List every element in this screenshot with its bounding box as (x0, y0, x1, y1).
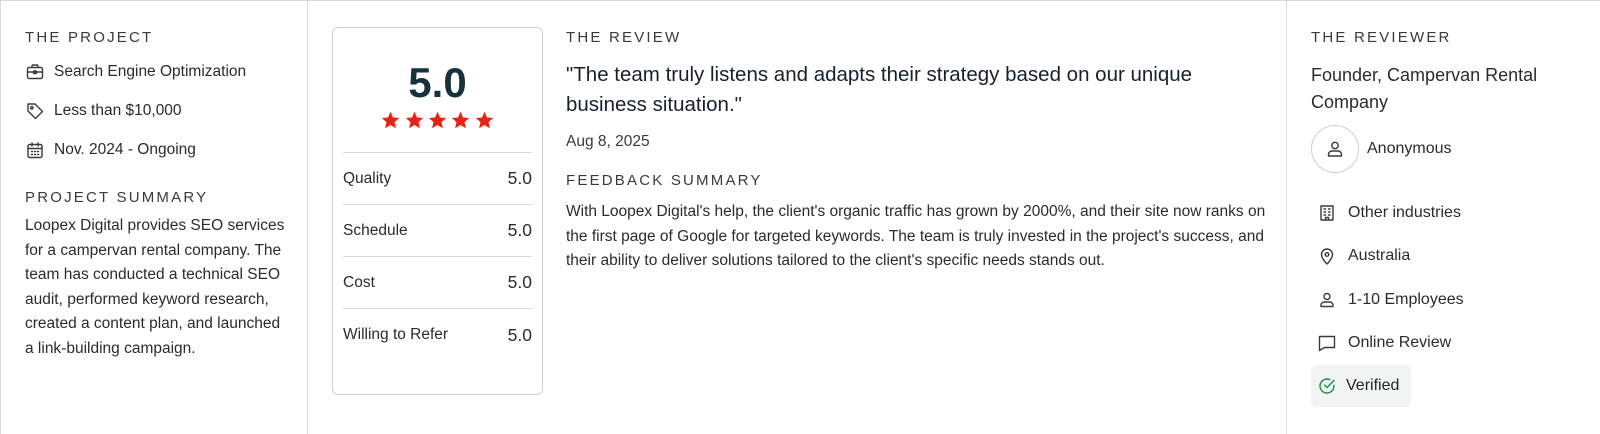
rating-box: 5.0 Quality 5.0 Schedule 5.0 Cost 5.0 Wi… (332, 27, 543, 395)
score-label: Schedule (343, 221, 408, 239)
location-pin-icon (1317, 246, 1337, 266)
reviewer-info-list: Other industries Australia 1-10 Employee… (1311, 191, 1580, 407)
reviewer-heading: THE REVIEWER (1311, 29, 1452, 46)
person-icon (1317, 290, 1337, 310)
building-icon (1317, 203, 1337, 223)
star-icon (475, 111, 494, 129)
project-column: THE PROJECT Search Engine Optimization L… (1, 1, 308, 434)
project-summary-heading: PROJECT SUMMARY (25, 189, 209, 206)
reviewer-industry-text: Other industries (1348, 203, 1461, 221)
review-quote: "The team truly listens and adapts their… (566, 63, 1193, 116)
avatar (1311, 125, 1359, 173)
star-icon (428, 111, 447, 129)
score-value: 5.0 (507, 168, 532, 188)
review-heading: THE REVIEW (566, 29, 682, 46)
reviewer-industry: Other industries (1311, 191, 1580, 235)
chat-bubble-icon (1317, 333, 1337, 353)
score-row-schedule: Schedule 5.0 (343, 205, 532, 257)
star-icon (381, 111, 400, 129)
reviewer-location-text: Australia (1348, 247, 1411, 265)
reviewer-review-type: Online Review (1311, 322, 1580, 366)
project-summary-text: Loopex Digital provides SEO services for… (25, 217, 285, 357)
review-date: Aug 8, 2025 (566, 133, 650, 150)
reviewer-identity: Anonymous (1311, 125, 1580, 173)
score-row-cost: Cost 5.0 (343, 257, 532, 309)
star-rating (343, 110, 532, 136)
review-column: 5.0 Quality 5.0 Schedule 5.0 Cost 5.0 Wi… (308, 1, 1287, 434)
feedback-summary-heading: FEEDBACK SUMMARY (566, 172, 763, 189)
star-icon (452, 111, 470, 129)
score-value: 5.0 (507, 272, 532, 292)
reviewer-name: Anonymous (1367, 140, 1452, 157)
check-circle-icon (1317, 376, 1337, 396)
overall-score: 5.0 (408, 59, 467, 106)
review-body: THE REVIEW "The team truly listens and a… (543, 27, 1273, 434)
project-budget: Less than $10,000 (25, 91, 287, 130)
reviewer-title: Founder, Campervan Rental Company (1311, 65, 1538, 112)
price-tag-icon (25, 101, 45, 121)
project-service-text: Search Engine Optimization (54, 62, 247, 80)
score-row-quality: Quality 5.0 (343, 153, 532, 205)
score-breakdown: Quality 5.0 Schedule 5.0 Cost 5.0 Willin… (343, 152, 532, 361)
project-dates-text: Nov. 2024 - Ongoing (54, 140, 196, 158)
reviewer-review-type-text: Online Review (1348, 334, 1452, 352)
briefcase-icon (25, 62, 45, 82)
score-label: Quality (343, 169, 392, 187)
reviewer-location: Australia (1311, 235, 1580, 279)
score-label: Willing to Refer (343, 326, 449, 343)
score-value: 5.0 (507, 220, 532, 240)
project-heading: THE PROJECT (25, 29, 154, 46)
project-service: Search Engine Optimization (25, 52, 287, 91)
calendar-icon (25, 140, 45, 160)
verified-badge: Verified (1311, 365, 1412, 407)
score-row-willing-to-refer: Willing to Refer 5.0 (343, 309, 532, 361)
project-budget-text: Less than $10,000 (54, 101, 182, 119)
verified-text: Verified (1346, 377, 1400, 394)
reviewer-company-size: 1-10 Employees (1311, 278, 1580, 322)
user-icon (1325, 139, 1345, 159)
score-label: Cost (343, 273, 375, 291)
feedback-summary-text: With Loopex Digital's help, the client's… (566, 203, 1266, 269)
reviewer-company-size-text: 1-10 Employees (1348, 290, 1464, 308)
project-dates: Nov. 2024 - Ongoing (25, 130, 287, 169)
star-icon (405, 111, 423, 129)
review-card: THE PROJECT Search Engine Optimization L… (0, 0, 1600, 434)
score-value: 5.0 (507, 324, 532, 345)
reviewer-column: THE REVIEWER Founder, Campervan Rental C… (1287, 1, 1600, 434)
